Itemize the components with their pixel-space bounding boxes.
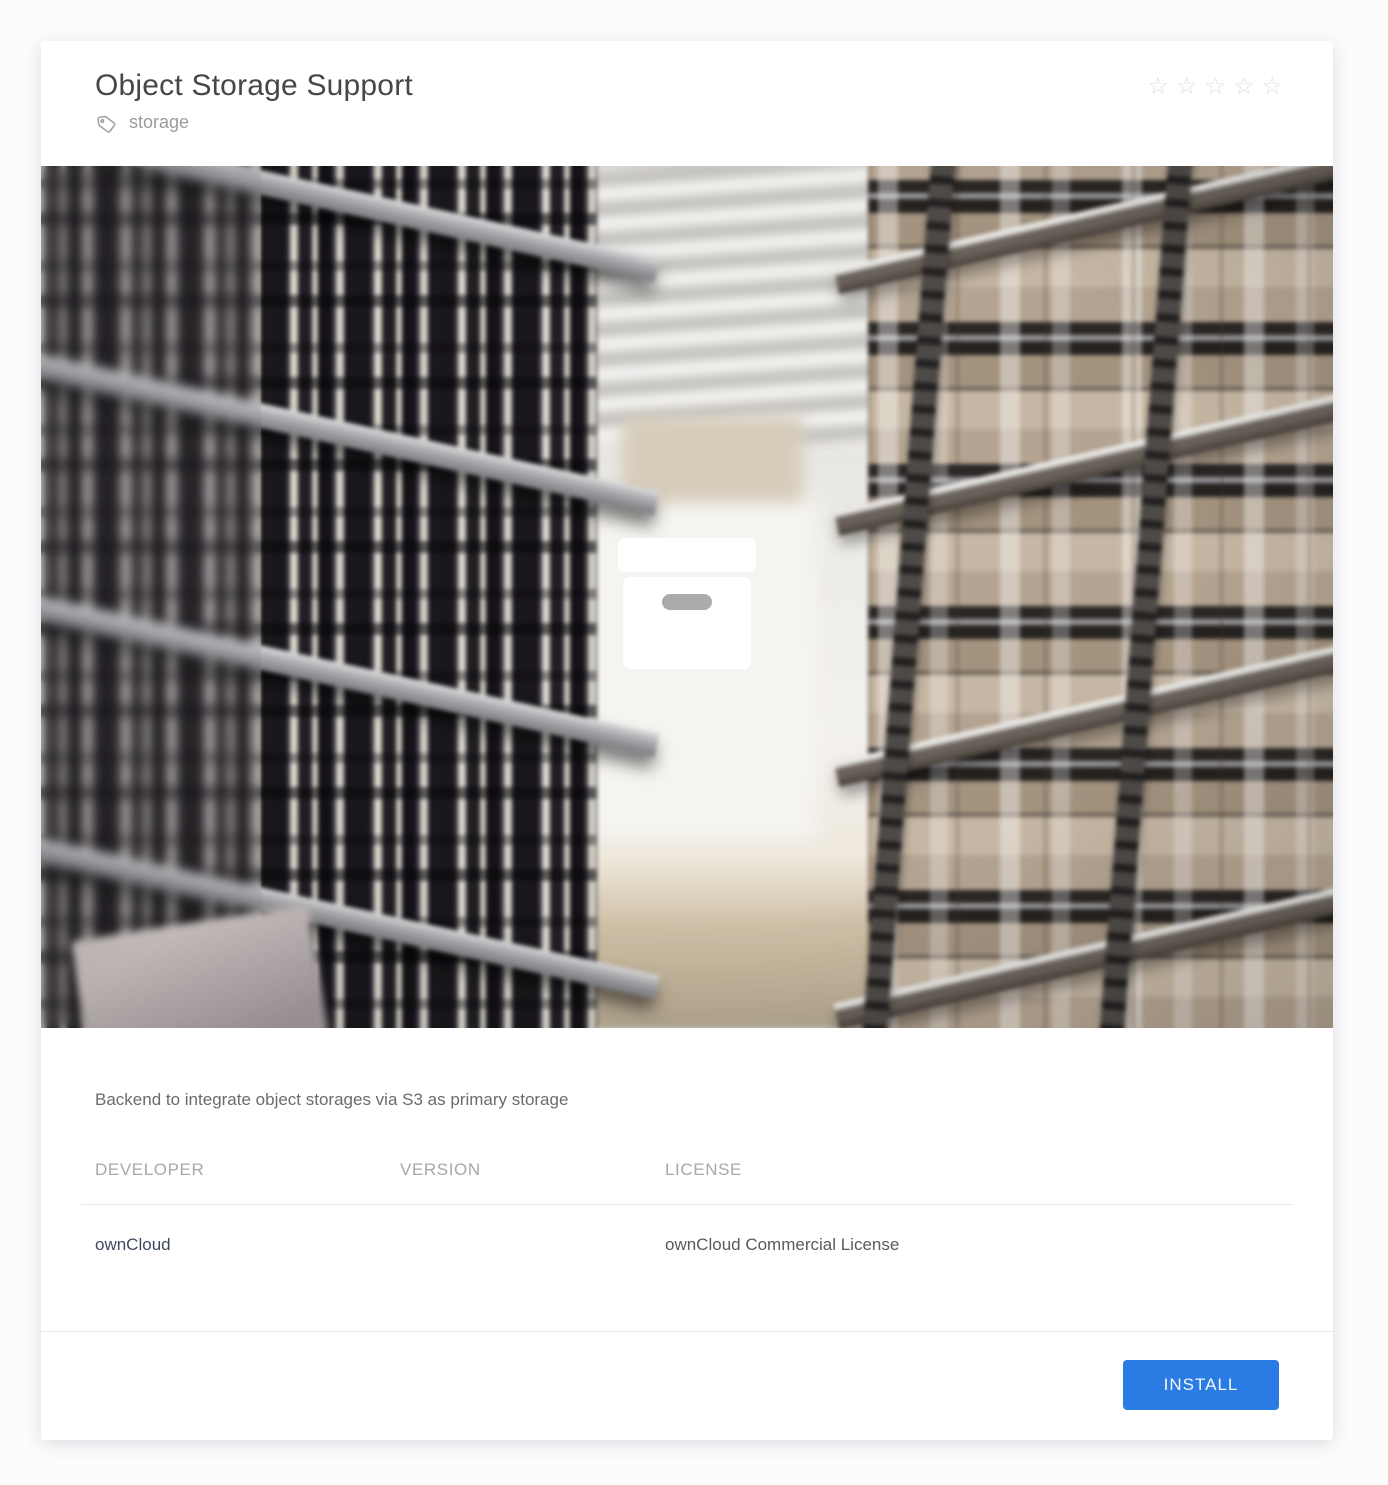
app-description: Backend to integrate object storages via… bbox=[95, 1088, 1279, 1112]
archive-box-icon bbox=[618, 538, 756, 572]
column-header-license: LICENSE bbox=[665, 1160, 1279, 1180]
star-icon[interactable]: ☆ bbox=[1147, 75, 1169, 99]
star-icon[interactable]: ☆ bbox=[1233, 75, 1255, 99]
star-icon[interactable]: ☆ bbox=[1204, 75, 1226, 99]
page-title: Object Storage Support bbox=[95, 67, 1279, 105]
column-header-version: VERSION bbox=[400, 1160, 665, 1180]
archive-box-icon bbox=[623, 577, 751, 669]
app-body: Backend to integrate object storages via… bbox=[41, 1088, 1333, 1255]
rating-stars[interactable]: ☆☆☆☆☆ bbox=[1147, 75, 1283, 99]
star-icon[interactable]: ☆ bbox=[1176, 75, 1198, 99]
table-row: ownCloud ownCloud Commercial License bbox=[95, 1205, 1279, 1255]
app-header: Object Storage Support storage ☆☆☆☆☆ bbox=[41, 41, 1333, 166]
license-value: ownCloud Commercial License bbox=[665, 1235, 1279, 1255]
install-button[interactable]: INSTALL bbox=[1123, 1360, 1279, 1410]
tag-icon bbox=[94, 110, 119, 135]
app-detail-card: Object Storage Support storage ☆☆☆☆☆ bbox=[41, 41, 1333, 1440]
app-details-table: DEVELOPER VERSION LICENSE ownCloud ownCl… bbox=[95, 1160, 1279, 1255]
app-cover-image bbox=[41, 166, 1333, 1028]
column-header-developer: DEVELOPER bbox=[95, 1160, 400, 1180]
app-footer: INSTALL bbox=[41, 1331, 1333, 1440]
table-header-row: DEVELOPER VERSION LICENSE bbox=[81, 1160, 1293, 1205]
star-icon[interactable]: ☆ bbox=[1261, 75, 1283, 99]
developer-link[interactable]: ownCloud bbox=[95, 1235, 171, 1254]
app-tag-label[interactable]: storage bbox=[129, 112, 189, 133]
archive-box-handle bbox=[662, 594, 712, 610]
tag-row: storage bbox=[95, 112, 1279, 134]
